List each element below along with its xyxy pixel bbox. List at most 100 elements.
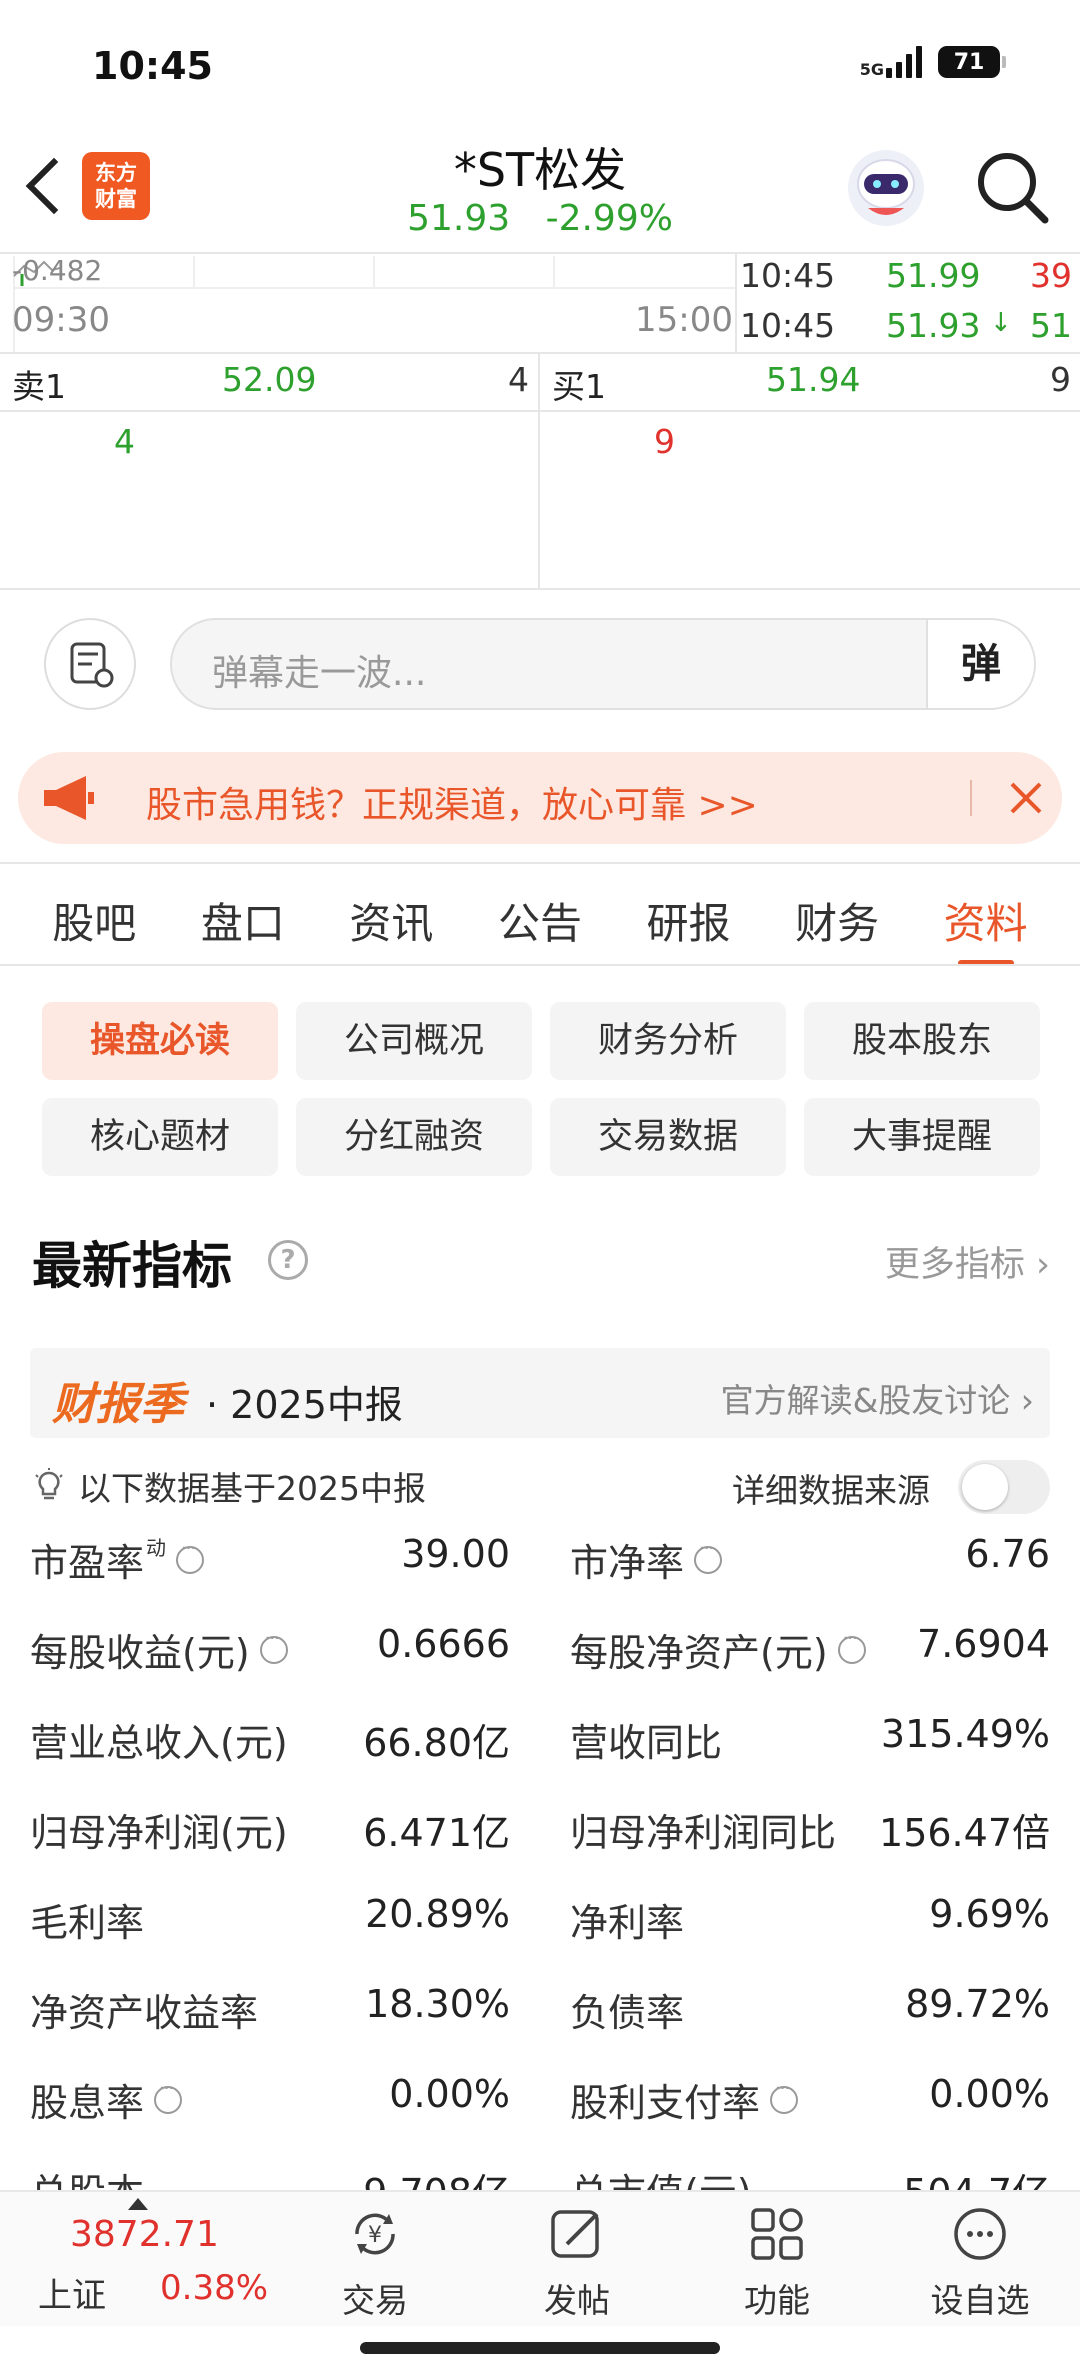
- sell-total: 4: [114, 422, 135, 461]
- info-icon[interactable]: [770, 2078, 799, 2114]
- metric-label-text: 市净率: [570, 1541, 685, 1585]
- metric-label: 股息率: [30, 2072, 183, 2127]
- report-discussion-link[interactable]: 官方解读&股友讨论 ›: [721, 1374, 1034, 1422]
- metric-label: 营收同比: [570, 1712, 722, 1767]
- data-source-toggle[interactable]: [958, 1460, 1050, 1514]
- section-title: 最新指标: [32, 1237, 232, 1295]
- battery-icon: 71: [938, 46, 1006, 78]
- tick-price: 51.99: [886, 256, 981, 295]
- banner-text: 股市急用钱？正规渠道，放心可靠 >>: [146, 785, 758, 826]
- nav-functions[interactable]: 功能: [707, 2202, 847, 2322]
- metric-label: 毛利率: [30, 1892, 144, 1947]
- more-indicators-link[interactable]: 更多指标 ›: [885, 1236, 1050, 1287]
- nav-post[interactable]: 发帖: [507, 2202, 647, 2322]
- metric-value-text: 315.49%: [880, 1712, 1050, 1756]
- more-icon: [954, 2208, 1006, 2260]
- metric-value-text: 39.00: [401, 1532, 510, 1576]
- metric-value: 9.69%: [929, 1892, 1050, 1936]
- intraday-minichart[interactable]: [0, 256, 735, 352]
- tab-research[interactable]: 研报: [647, 872, 731, 966]
- chip-company-overview[interactable]: 公司概况: [296, 1002, 532, 1080]
- robot-assistant-icon[interactable]: [846, 148, 926, 228]
- help-icon[interactable]: ?: [268, 1240, 308, 1280]
- chip-events[interactable]: 大事提醒: [804, 1098, 1040, 1176]
- metric-label: 每股净资产(元): [570, 1622, 866, 1677]
- divider: [735, 252, 737, 352]
- index-value[interactable]: 3872.71: [70, 2214, 219, 2255]
- chart-end-time: 15:00: [635, 300, 733, 340]
- danmu-toggle-button[interactable]: 弹: [926, 620, 1034, 708]
- metric-value: 0.00%: [929, 2072, 1050, 2116]
- megaphone-icon: [44, 776, 94, 820]
- tab-news[interactable]: 资讯: [349, 872, 433, 966]
- close-icon[interactable]: [1002, 774, 1050, 822]
- tick-price: 51.93: [886, 306, 981, 345]
- tab-finance[interactable]: 财务: [795, 872, 879, 966]
- tab-announcements[interactable]: 公告: [498, 872, 582, 966]
- report-tag: 财报季: [52, 1379, 184, 1430]
- info-icon[interactable]: [154, 2078, 183, 2114]
- metric-value: 39.00: [401, 1532, 510, 1576]
- info-icon[interactable]: [259, 1628, 288, 1664]
- chip-shareholders[interactable]: 股本股东: [804, 1002, 1040, 1080]
- metric-value: 20.89%: [365, 1892, 510, 1936]
- chip-core-themes[interactable]: 核心题材: [42, 1098, 278, 1176]
- metric-value: 156.47倍: [879, 1802, 1050, 1857]
- search-icon[interactable]: [975, 150, 1051, 226]
- nav-trade-label: 交易: [342, 2281, 408, 2320]
- buy-total: 9: [654, 422, 675, 461]
- tab-guba[interactable]: 股吧: [52, 872, 136, 966]
- tab-pankou[interactable]: 盘口: [201, 872, 285, 966]
- danmu-input[interactable]: 弹幕走一波... 弹: [170, 618, 1036, 710]
- divider: [0, 964, 1080, 966]
- metric-value-text: 0.00%: [389, 2072, 510, 2116]
- tick-volume: 51: [1030, 306, 1072, 345]
- metric-label-text: 市盈率: [30, 1541, 145, 1585]
- index-change[interactable]: 0.38%: [160, 2268, 268, 2308]
- status-indicators: 5G 71: [860, 46, 1006, 78]
- metric-label-text: 每股净资产(元): [570, 1631, 828, 1675]
- metric-value-text: 9.69%: [929, 1892, 1050, 1936]
- metric-label-text: 净利率: [570, 1901, 685, 1945]
- metric-label: 市盈率动: [30, 1532, 205, 1587]
- chip-dividends[interactable]: 分红融资: [296, 1098, 532, 1176]
- chip-trading-must-read[interactable]: 操盘必读: [42, 1002, 278, 1080]
- metric-label: 净资产收益率: [30, 1982, 258, 2037]
- index-name[interactable]: 上证: [38, 2268, 106, 2317]
- metric-value-text: 89.72%: [905, 1982, 1050, 2026]
- metric-value: 18.30%: [365, 1982, 510, 2026]
- divider: [0, 352, 1080, 354]
- info-icon[interactable]: [176, 1538, 205, 1574]
- nav-post-label: 发帖: [544, 2281, 610, 2320]
- report-season-bar[interactable]: 财报季 · 2025中报 官方解读&股友讨论 ›: [30, 1348, 1050, 1438]
- tick-volume: 39: [1030, 256, 1072, 295]
- metric-value-text: 66.80亿: [363, 1721, 510, 1765]
- tick-time: 10:45: [740, 306, 836, 345]
- metric-label-text: 营收同比: [570, 1721, 723, 1765]
- buy1-volume: 9: [1050, 360, 1071, 399]
- buy1-price: 51.94: [766, 360, 861, 399]
- danmu-settings-icon[interactable]: [44, 618, 136, 710]
- metric-value-text: 18.30%: [365, 1982, 510, 2026]
- tab-profile[interactable]: 资料: [944, 872, 1028, 966]
- info-icon[interactable]: [837, 1628, 866, 1664]
- chip-trading-data[interactable]: 交易数据: [550, 1098, 786, 1176]
- nav-add-watchlist[interactable]: 设自选: [910, 2202, 1050, 2322]
- metric-label: 股利支付率: [570, 2072, 799, 2127]
- metric-value-text: 0.6666: [377, 1622, 510, 1666]
- sell1-label: 卖1: [12, 367, 66, 406]
- nav-functions-label: 功能: [744, 2281, 810, 2320]
- metric-value: 315.49%: [881, 1712, 1050, 1756]
- data-basis-text: 以下数据基于2025中报: [78, 1469, 426, 1508]
- metric-label-text: 股息率: [30, 2081, 145, 2125]
- svg-text:¥: ¥: [368, 2223, 382, 2248]
- promo-banner[interactable]: 股市急用钱？正规渠道，放心可靠 >>: [18, 752, 1062, 844]
- info-icon[interactable]: [694, 1538, 723, 1574]
- divider: [0, 862, 1080, 864]
- chip-financial-analysis[interactable]: 财务分析: [550, 1002, 786, 1080]
- tick-time: 10:45: [740, 256, 836, 295]
- nav-trade[interactable]: ¥ 交易: [305, 2202, 445, 2322]
- divider: [0, 252, 1080, 254]
- metric-label-text: 归母净利润同比: [570, 1811, 837, 1855]
- data-source-label: 详细数据来源: [732, 1471, 930, 1510]
